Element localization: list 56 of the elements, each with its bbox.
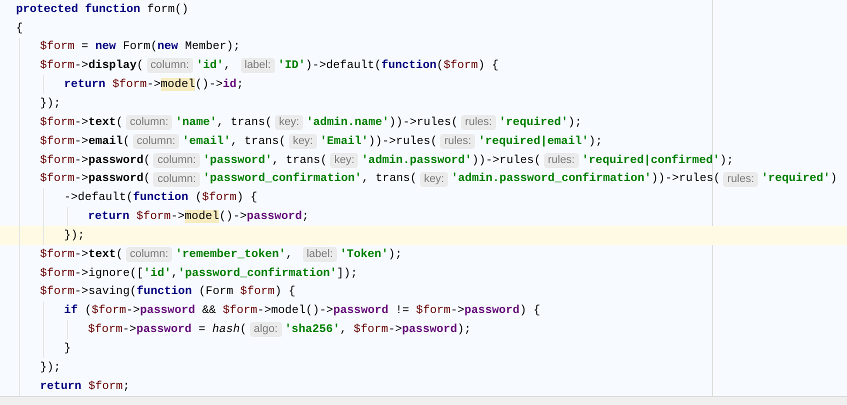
code-text: $form->password( [40,152,150,169]
inlay-hint: rules: [440,134,476,149]
code-text: 'admin.name'))->rules( [306,114,458,131]
code-text: 'remember_token', [175,246,294,263]
code-text: return $form; [40,378,130,395]
code-text: 'admin.password'))->rules( [361,152,541,169]
code-text: 'email', trans( [182,134,286,150]
code-text: return $form->model()->id; [64,77,244,94]
code-text: 'ID')->default(function($form) { [278,58,499,74]
code-text: }); [64,228,85,244]
code-text: $form->display( [40,58,144,74]
code-text: 'required') [761,171,838,188]
code-text: 'required|confirmed'); [582,152,734,169]
inlay-hint: label: [240,58,275,74]
inlay-hint: key: [288,134,317,149]
code-text: 'password', trans( [202,152,328,169]
code-text: $form->password = hash( [88,322,247,338]
code-text: { [16,20,23,37]
code-text: $form->saving(function (Form $form) { [40,284,296,300]
code-text: 'admin.password_confirmation'))->rules( [451,171,720,188]
code-text: 'name', trans( [175,114,272,131]
inlay-hint: column: [146,58,194,74]
code-text: if ($form->password && $form->model()->password != $form->password) { [64,303,540,320]
inlay-hint: column: [126,114,172,130]
code-text: 'id', [196,58,232,74]
inlay-hint: column: [132,134,180,149]
inlay-hint: rules: [544,152,579,168]
code-text: ->default(function ($form) { [64,190,258,206]
code-text: 'required'); [498,114,582,131]
code-text: $form = new Form(new Member); [40,39,240,56]
code-text: 'password_confirmation', trans( [202,171,417,188]
code-text: 'sha256', $form->password); [284,322,472,338]
code-text: return $form->model()->password; [88,209,309,226]
code-text: 'Email'))->rules( [320,134,438,150]
inlay-hint: label: [302,246,337,262]
horizontal-scrollbar[interactable] [0,396,847,405]
inlay-hint: column: [153,172,200,187]
inlay-hint: column: [153,152,200,168]
inlay-hint: key: [420,172,448,187]
code-text: $form->ignore(['id','password_confirmation']); [40,266,358,282]
code-text: protected function form() [16,2,189,18]
code-text: 'required|email'); [478,134,602,150]
code-text: 'Token'); [340,246,402,263]
code-text: $form->email( [40,134,130,150]
code-text: $form->text( [40,246,123,263]
code-text: }); [40,360,61,376]
inlay-hint: key: [275,114,304,130]
inlay-hint: rules: [723,172,758,187]
inlay-hint: algo: [250,322,282,338]
code-text: $form->text( [40,114,123,131]
inlay-hint: rules: [461,114,496,130]
inlay-hint: key: [330,152,358,168]
code-text: }); [40,96,61,112]
code-text: $form->password( [40,171,150,188]
code-text: } [64,340,71,357]
inlay-hint: column: [126,246,172,262]
